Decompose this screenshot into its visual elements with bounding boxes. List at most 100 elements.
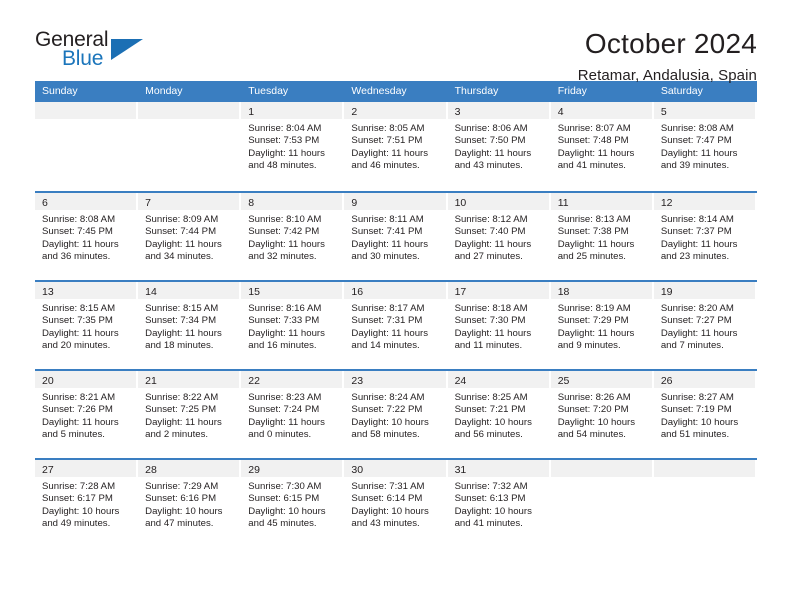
calendar-day-cell[interactable]: 7 Sunrise: 8:09 AM Sunset: 7:44 PM Daylight… xyxy=(138,193,241,280)
calendar-day-cell[interactable]: 5 Sunrise: 8:08 AM Sunset: 7:47 PM Daylight… xyxy=(653,102,757,191)
logo-text-blue: Blue xyxy=(62,47,104,70)
weekday-header-tuesday: Tuesday xyxy=(248,85,289,97)
sunset-text: Sunset: 7:35 PM xyxy=(42,315,113,327)
daylight-text: and 0 minutes. xyxy=(248,429,312,441)
day-number-band: 8 xyxy=(241,193,343,210)
calendar-day-cell[interactable]: 18 Sunrise: 8:19 AM Sunset: 7:29 PM Dayligh… xyxy=(550,282,654,369)
sunset-text: Sunset: 6:17 PM xyxy=(42,493,113,505)
sunset-text: Sunset: 7:45 PM xyxy=(42,226,113,238)
day-details: Sunrise: 8:08 AM Sunset: 7:47 PM Daylight:… xyxy=(654,119,757,173)
day-details: Sunrise: 8:19 AM Sunset: 7:29 PM Daylight:… xyxy=(551,299,654,353)
sunrise-text: Sunrise: 8:17 AM xyxy=(351,303,425,314)
sunrise-text: Sunrise: 8:09 AM xyxy=(145,214,219,225)
day-details: Sunrise: 8:24 AM Sunset: 7:22 PM Daylight:… xyxy=(344,388,447,442)
day-details: Sunrise: 8:27 AM Sunset: 7:19 PM Daylight:… xyxy=(654,388,757,442)
sunrise-text: Sunrise: 8:22 AM xyxy=(145,392,219,403)
calendar-day-cell[interactable]: 27 Sunrise: 7:28 AM Sunset: 6:17 PM Dayligh… xyxy=(35,460,138,547)
day-number-band xyxy=(35,102,137,119)
calendar-day-cell[interactable]: 22 Sunrise: 8:23 AM Sunset: 7:24 PM Dayligh… xyxy=(241,371,344,458)
day-number: 3 xyxy=(454,106,461,118)
daylight-text: Daylight: 11 hours xyxy=(145,327,222,339)
day-number: 24 xyxy=(454,375,467,387)
calendar-day-cell[interactable]: 9 Sunrise: 8:11 AM Sunset: 7:41 PM Daylight… xyxy=(344,193,447,280)
day-number: 18 xyxy=(557,286,570,298)
daylight-text: Daylight: 11 hours xyxy=(145,238,222,250)
calendar-day-cell[interactable]: 29 Sunrise: 7:30 AM Sunset: 6:15 PM Dayligh… xyxy=(241,460,344,547)
day-number: 30 xyxy=(351,464,364,476)
day-number: 19 xyxy=(660,286,673,298)
daylight-text: Daylight: 11 hours xyxy=(248,147,325,159)
day-number-band: 14 xyxy=(138,282,240,299)
calendar-day-cell[interactable]: 3 Sunrise: 8:06 AM Sunset: 7:50 PM Daylight… xyxy=(447,102,551,191)
calendar-day-cell[interactable]: 1 Sunrise: 8:04 AM Sunset: 7:53 PM Daylight… xyxy=(241,102,344,191)
day-details: Sunrise: 8:22 AM Sunset: 7:25 PM Daylight:… xyxy=(138,388,241,442)
calendar-day-cell[interactable]: 4 Sunrise: 8:07 AM Sunset: 7:48 PM Daylight… xyxy=(550,102,654,191)
day-details: Sunrise: 8:16 AM Sunset: 7:33 PM Daylight:… xyxy=(241,299,344,353)
day-details xyxy=(138,119,241,123)
sunset-text: Sunset: 7:47 PM xyxy=(660,135,732,147)
sunset-text: Sunset: 7:30 PM xyxy=(454,315,526,327)
sunrise-text: Sunrise: 8:27 AM xyxy=(660,392,734,403)
calendar-day-cell[interactable]: 28 Sunrise: 7:29 AM Sunset: 6:16 PM Dayligh… xyxy=(138,460,241,547)
calendar-day-cell[interactable]: 11 Sunrise: 8:13 AM Sunset: 7:38 PM Dayligh… xyxy=(550,193,654,280)
sunrise-text: Sunrise: 8:19 AM xyxy=(557,303,631,314)
day-number-band: 11 xyxy=(550,193,652,210)
day-details xyxy=(654,477,757,481)
calendar-day-cell[interactable]: 17 Sunrise: 8:18 AM Sunset: 7:30 PM Dayligh… xyxy=(447,282,551,369)
day-number: 26 xyxy=(660,375,673,387)
calendar-week-row: 6 Sunrise: 8:08 AM Sunset: 7:45 PM Daylight… xyxy=(35,191,757,280)
calendar-day-cell[interactable]: 2 Sunrise: 8:05 AM Sunset: 7:51 PM Daylight… xyxy=(344,102,447,191)
weekday-header-thursday: Thursday xyxy=(454,85,499,97)
calendar-day-cell[interactable]: 6 Sunrise: 8:08 AM Sunset: 7:45 PM Daylight… xyxy=(35,193,138,280)
day-number-band xyxy=(653,460,755,477)
day-number-band: 6 xyxy=(35,193,137,210)
day-number-band: 13 xyxy=(35,282,137,299)
sunset-text: Sunset: 7:27 PM xyxy=(660,315,732,327)
sunset-text: Sunset: 7:51 PM xyxy=(351,135,423,147)
day-number-band: 28 xyxy=(138,460,240,477)
calendar-day-cell[interactable]: 12 Sunrise: 8:14 AM Sunset: 7:37 PM Dayligh… xyxy=(653,193,757,280)
daylight-text: Daylight: 10 hours xyxy=(351,505,429,517)
calendar-day-cell[interactable]: 24 Sunrise: 8:25 AM Sunset: 7:21 PM Dayligh… xyxy=(447,371,551,458)
calendar-day-cell[interactable]: 31 Sunrise: 7:32 AM Sunset: 6:13 PM Dayligh… xyxy=(447,460,551,547)
calendar-week-row: 20 Sunrise: 8:21 AM Sunset: 7:26 PM Dayligh… xyxy=(35,369,757,458)
calendar-day-cell[interactable]: 8 Sunrise: 8:10 AM Sunset: 7:42 PM Daylight… xyxy=(241,193,344,280)
daylight-text: Daylight: 11 hours xyxy=(351,238,429,250)
sunrise-text: Sunrise: 8:15 AM xyxy=(145,303,219,314)
calendar-day-cell[interactable]: 19 Sunrise: 8:20 AM Sunset: 7:27 PM Dayligh… xyxy=(653,282,757,369)
calendar-day-cell[interactable]: 20 Sunrise: 8:21 AM Sunset: 7:26 PM Dayligh… xyxy=(35,371,138,458)
daylight-text: Daylight: 11 hours xyxy=(557,147,635,159)
sunset-text: Sunset: 7:31 PM xyxy=(351,315,423,327)
day-number-band: 2 xyxy=(344,102,446,119)
day-number-band: 1 xyxy=(241,102,343,119)
calendar-day-cell[interactable]: 25 Sunrise: 8:26 AM Sunset: 7:20 PM Dayligh… xyxy=(550,371,654,458)
calendar-day-cell[interactable]: 30 Sunrise: 7:31 AM Sunset: 6:14 PM Dayligh… xyxy=(344,460,447,547)
daylight-text: and 32 minutes. xyxy=(248,251,317,263)
calendar-day-cell[interactable]: 21 Sunrise: 8:22 AM Sunset: 7:25 PM Dayligh… xyxy=(138,371,241,458)
calendar-day-cell[interactable]: 13 Sunrise: 8:15 AM Sunset: 7:35 PM Dayligh… xyxy=(35,282,138,369)
day-number-band: 16 xyxy=(344,282,446,299)
calendar-day-cell[interactable]: 23 Sunrise: 8:24 AM Sunset: 7:22 PM Dayligh… xyxy=(344,371,447,458)
daylight-text: and 56 minutes. xyxy=(454,429,523,441)
sunrise-text: Sunrise: 7:28 AM xyxy=(42,481,116,492)
day-number: 14 xyxy=(145,286,157,298)
sunset-text: Sunset: 7:24 PM xyxy=(248,404,320,416)
calendar-day-cell[interactable]: 15 Sunrise: 8:16 AM Sunset: 7:33 PM Dayligh… xyxy=(241,282,344,369)
day-number-band: 12 xyxy=(653,193,755,210)
day-number: 21 xyxy=(145,375,157,387)
sunrise-text: Sunrise: 8:14 AM xyxy=(660,214,734,225)
calendar-day-cell[interactable]: 16 Sunrise: 8:17 AM Sunset: 7:31 PM Dayligh… xyxy=(344,282,447,369)
general-blue-logo[interactable]: General Blue xyxy=(35,28,155,76)
weekday-header-saturday: Saturday xyxy=(660,85,703,97)
daylight-text: and 54 minutes. xyxy=(557,429,626,441)
calendar-day-cell[interactable]: 10 Sunrise: 8:12 AM Sunset: 7:40 PM Dayligh… xyxy=(447,193,551,280)
day-number: 5 xyxy=(660,106,667,118)
day-number: 8 xyxy=(248,197,255,209)
day-number-band: 27 xyxy=(35,460,137,477)
calendar-day-cell[interactable]: 26 Sunrise: 8:27 AM Sunset: 7:19 PM Dayligh… xyxy=(653,371,757,458)
calendar-day-cell[interactable]: 14 Sunrise: 8:15 AM Sunset: 7:34 PM Dayligh… xyxy=(138,282,241,369)
daylight-text: and 43 minutes. xyxy=(454,160,523,172)
daylight-text: Daylight: 11 hours xyxy=(248,416,325,428)
day-number: 15 xyxy=(248,286,260,298)
day-details: Sunrise: 8:25 AM Sunset: 7:21 PM Daylight:… xyxy=(448,388,551,442)
